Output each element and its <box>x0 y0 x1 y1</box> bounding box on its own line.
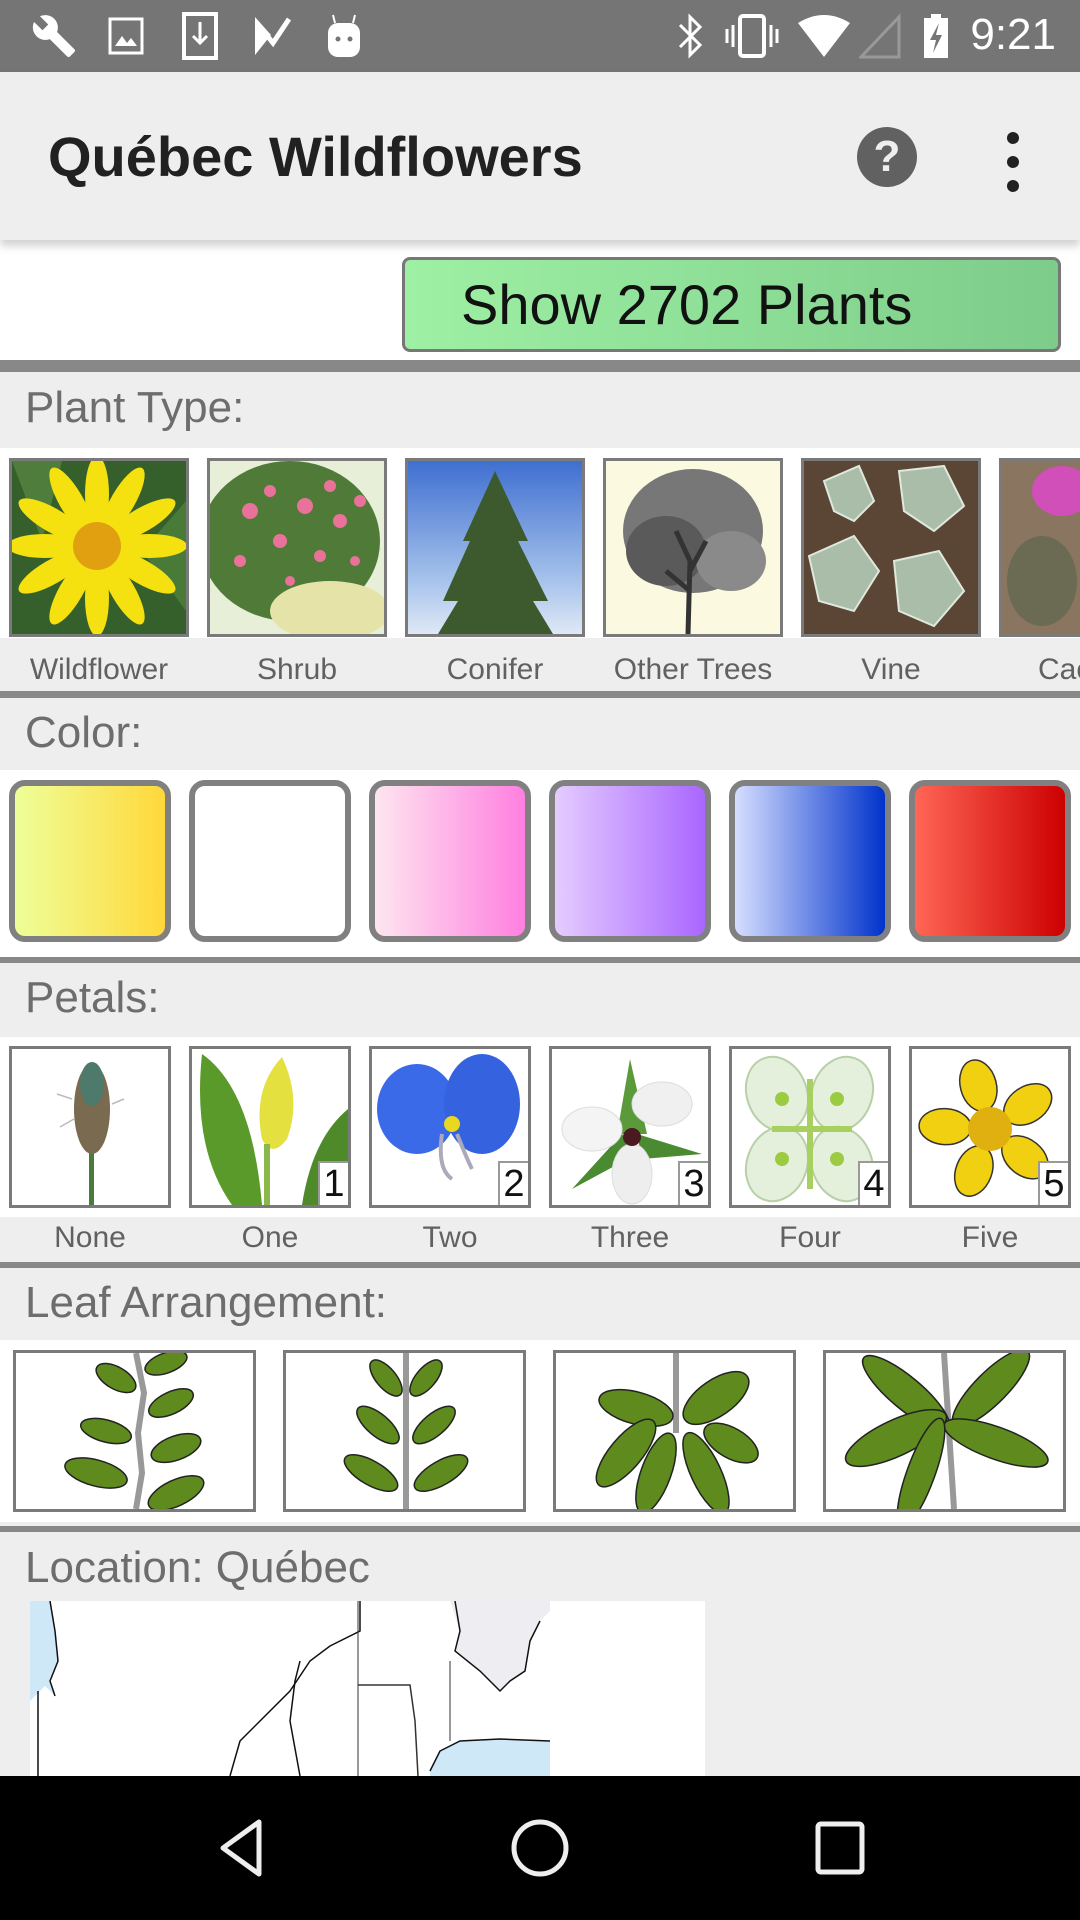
battery-charging-icon <box>918 14 954 58</box>
clock: 9:21 <box>970 10 1056 59</box>
section-divider <box>0 957 1080 963</box>
plant-type-label-wildflower: Wildflower <box>29 653 169 686</box>
petals-label-none: None <box>54 1221 126 1254</box>
leaf-alternate[interactable] <box>13 1350 256 1512</box>
plant-type-label-vine: Vine <box>861 653 921 686</box>
back-icon <box>220 1819 262 1877</box>
home-icon <box>511 1819 569 1877</box>
plant-type-vine[interactable] <box>801 458 981 637</box>
help-icon: ? <box>873 132 901 181</box>
check-icon <box>250 14 294 58</box>
petals-label: Petals: <box>25 973 160 1022</box>
show-plants-button[interactable]: Show 2702 Plants <box>402 257 1061 352</box>
image-icon <box>104 14 148 58</box>
more-options-button[interactable] <box>998 132 1028 192</box>
petals-label-four: Four <box>779 1221 841 1254</box>
petals-two[interactable]: 2 <box>369 1046 531 1208</box>
plant-type-cactus[interactable] <box>999 458 1080 637</box>
color-swatch-white[interactable] <box>189 780 351 942</box>
conifer-image <box>408 461 582 634</box>
plant-type-label-conifer: Conifer <box>446 653 544 686</box>
plant-type-shrub[interactable] <box>207 458 387 637</box>
section-divider <box>0 360 1080 372</box>
app-title: Québec Wildflowers <box>48 125 583 188</box>
petals-label-five: Five <box>961 1221 1019 1254</box>
plant-type-label-cactus: Cac <box>1038 653 1080 686</box>
plant-type-labels: Wildflower Shrub Conifer Other Trees Vin… <box>0 638 1080 692</box>
section-divider <box>0 691 1080 698</box>
plant-type-conifer[interactable] <box>405 458 585 637</box>
section-divider <box>0 1526 1080 1532</box>
deciduous-tree-image <box>606 461 780 634</box>
color-swatch-blue[interactable] <box>729 780 891 942</box>
plant-type-label: Plant Type: <box>25 383 245 432</box>
more-vert-dot <box>1007 156 1019 168</box>
location-map[interactable] <box>30 1601 705 1776</box>
petals-label-two: Two <box>422 1221 478 1254</box>
android-icon <box>322 14 366 58</box>
signal-icon <box>858 13 904 59</box>
more-vert-dot <box>1007 180 1019 192</box>
petals-one[interactable]: 1 <box>189 1046 351 1208</box>
quebec-map <box>30 1601 551 1776</box>
wrench-icon <box>28 14 80 58</box>
whorled-leaves-image <box>595 1353 759 1509</box>
color-swatch-red[interactable] <box>909 780 1071 942</box>
back-button[interactable] <box>196 1806 286 1890</box>
basal-whorl-leaves-image <box>844 1353 1049 1509</box>
location-label: Location: Québec <box>25 1543 370 1592</box>
help-button[interactable]: ? <box>857 127 917 187</box>
plant-type-other-trees[interactable] <box>603 458 783 637</box>
petals-label-three: Three <box>590 1221 670 1254</box>
petals-label-one: One <box>241 1221 299 1254</box>
petals-labels: None One Two Three Four Five <box>0 1217 1080 1262</box>
petal-count-badge: 4 <box>858 1161 888 1205</box>
alternate-leaves-image <box>64 1353 205 1509</box>
petals-none[interactable] <box>9 1046 171 1208</box>
show-plants-bar: Show 2702 Plants <box>0 240 1080 360</box>
home-button[interactable] <box>495 1806 585 1890</box>
yellow-flower-image <box>12 461 186 634</box>
petal-count-badge: 5 <box>1038 1161 1068 1205</box>
vibrate-icon <box>722 14 782 58</box>
color-swatch-purple[interactable] <box>549 780 711 942</box>
more-vert-icon <box>1007 132 1019 144</box>
recents-icon <box>815 1821 865 1875</box>
petal-count-badge: 2 <box>498 1161 528 1205</box>
wifi-icon <box>795 14 853 58</box>
pink-shrub-image <box>210 461 384 634</box>
app-bar: Québec Wildflowers ? <box>0 72 1080 240</box>
color-swatch-yellow[interactable] <box>9 780 171 942</box>
leaf-opposite[interactable] <box>283 1350 526 1512</box>
bluetooth-icon <box>670 13 710 59</box>
color-label: Color: <box>25 708 143 757</box>
color-swatch-pink[interactable] <box>369 780 531 942</box>
leaf-basal-whorl[interactable] <box>823 1350 1066 1512</box>
plant-type-strip[interactable] <box>0 448 1080 638</box>
cactus-image <box>1002 461 1080 634</box>
leaf-arrangement-label: Leaf Arrangement: <box>25 1278 388 1327</box>
plant-type-label-other-trees: Other Trees <box>613 653 773 686</box>
no-petals-image <box>56 1062 125 1205</box>
ivy-vine-image <box>804 461 978 634</box>
recents-button[interactable] <box>795 1806 885 1890</box>
plant-type-wildflower[interactable] <box>9 458 189 637</box>
navigation-bar <box>0 1776 1080 1920</box>
leaf-whorled[interactable] <box>553 1350 796 1512</box>
petal-count-badge: 3 <box>678 1161 708 1205</box>
opposite-leaves-image <box>343 1353 469 1509</box>
petals-five[interactable]: 5 <box>909 1046 1071 1208</box>
plant-type-label-shrub: Shrub <box>256 653 338 686</box>
section-divider <box>0 1262 1080 1268</box>
petals-four[interactable]: 4 <box>729 1046 891 1208</box>
petals-three[interactable]: 3 <box>549 1046 711 1208</box>
status-bar: 9:21 <box>0 0 1080 72</box>
download-icon <box>178 12 222 60</box>
petal-count-badge: 1 <box>318 1161 348 1205</box>
